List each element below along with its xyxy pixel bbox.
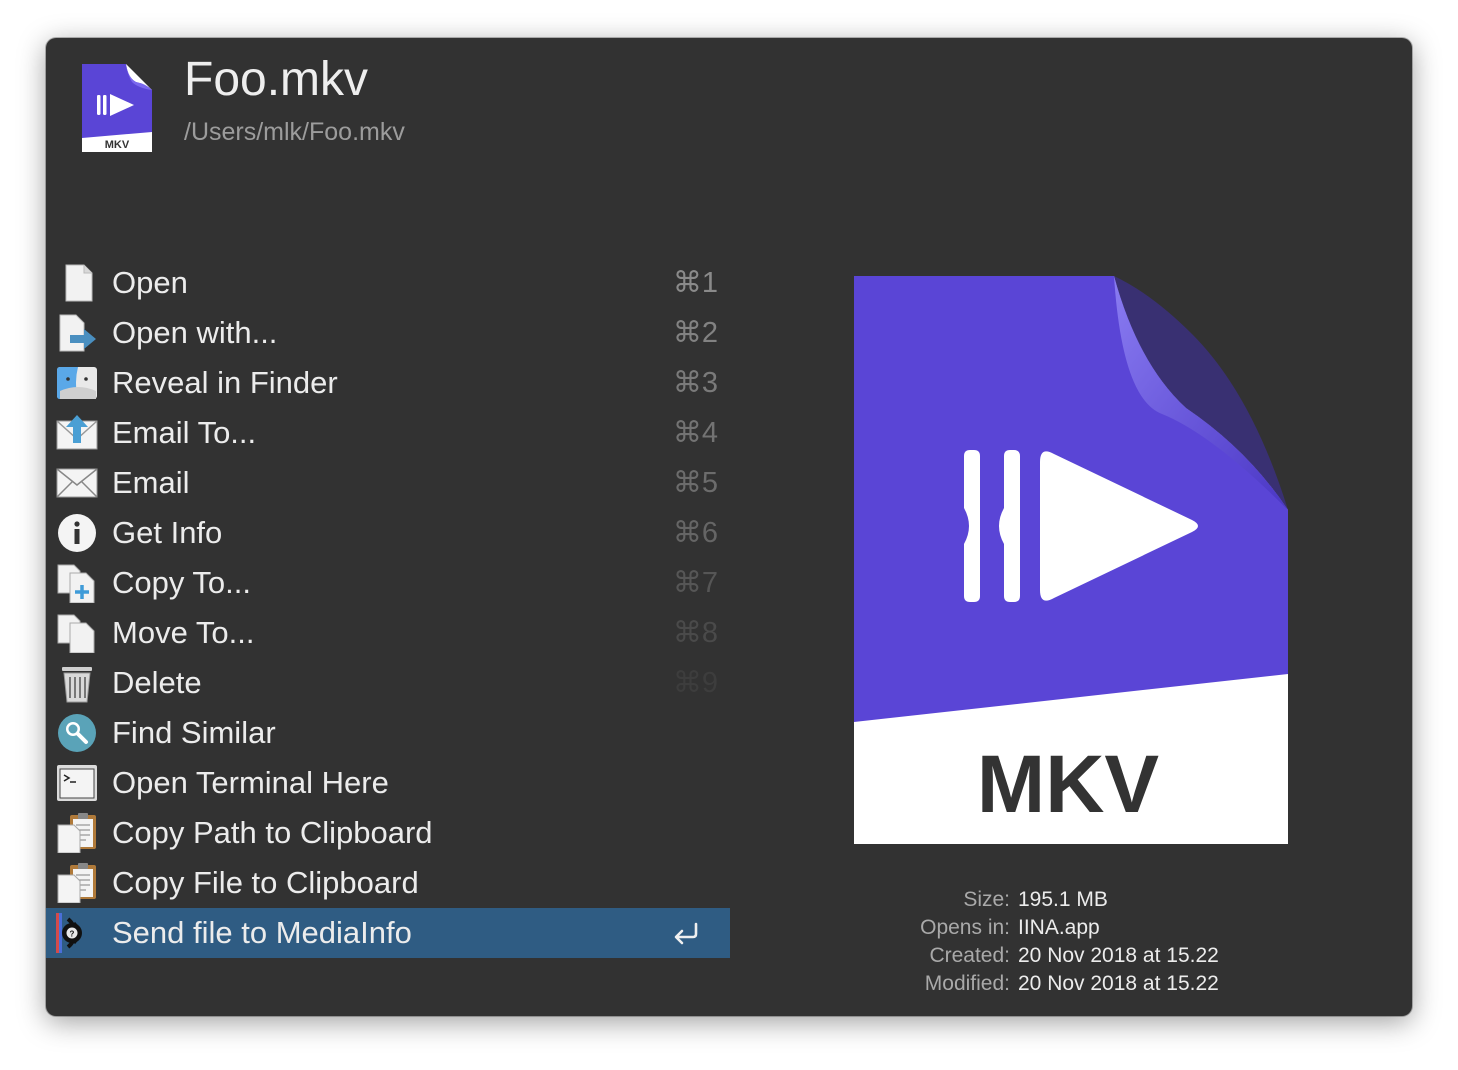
action-row-open[interactable]: Open ⌘1 xyxy=(46,258,730,308)
action-row-email[interactable]: Email ⌘5 xyxy=(46,458,730,508)
detail-value: 195.1 MB xyxy=(1018,888,1108,911)
return-key-icon xyxy=(674,922,698,945)
action-label: Get Info xyxy=(112,515,223,550)
shortcut-hint: ⌘6 xyxy=(672,517,718,549)
action-row-delete[interactable]: Delete ⌘9 xyxy=(46,658,730,708)
mkv-preview-icon: MKV xyxy=(854,276,1288,844)
email-to-icon xyxy=(56,415,98,450)
svg-text:MKV: MKV xyxy=(105,139,130,151)
action-row-email-to[interactable]: Email To... ⌘4 xyxy=(46,408,730,458)
action-row-open-terminal-here[interactable]: Open Terminal Here xyxy=(46,758,730,808)
detail-row: Size: 195.1 MB xyxy=(806,886,1366,914)
shortcut-hint: ⌘8 xyxy=(672,617,718,649)
shortcut-hint: ⌘1 xyxy=(672,267,718,299)
detail-value: IINA.app xyxy=(1018,916,1100,939)
action-label: Copy Path to Clipboard xyxy=(112,815,433,850)
mkv-file-icon: MKV xyxy=(82,64,152,152)
detail-value: 20 Nov 2018 at 15.22 xyxy=(1018,944,1219,967)
detail-value: 20 Nov 2018 at 15.22 xyxy=(1018,972,1219,995)
action-row-open-with[interactable]: Open with... ⌘2 xyxy=(46,308,730,358)
detail-key: Opens in: xyxy=(920,916,1010,939)
action-row-find-similar[interactable]: Find Similar xyxy=(46,708,730,758)
envelope-icon xyxy=(56,468,98,498)
copy-to-icon xyxy=(57,564,95,603)
document-icon xyxy=(65,264,93,302)
detail-row: Opens in: IINA.app xyxy=(806,914,1366,942)
shortcut-hint: ⌘7 xyxy=(672,567,718,599)
action-label: Reveal in Finder xyxy=(112,365,338,400)
open-with-icon xyxy=(59,314,96,352)
file-title: Foo.mkv xyxy=(184,53,369,106)
action-panel-window: MKV Foo.mkv /Users/mlk/Foo.mkv Open ⌘1 Ope… xyxy=(46,38,1412,1016)
action-label: Email To... xyxy=(112,415,257,450)
finder-icon xyxy=(57,367,97,399)
action-label: Move To... xyxy=(112,615,255,650)
action-label: Copy To... xyxy=(112,565,252,600)
action-label: Send file to MediaInfo xyxy=(112,915,412,950)
action-label: Delete xyxy=(112,665,202,700)
trash-icon xyxy=(62,667,92,703)
action-label: Open with... xyxy=(112,315,278,350)
shortcut-hint: ⌘5 xyxy=(672,467,718,499)
svg-text:MKV: MKV xyxy=(977,739,1160,830)
svg-text:?: ? xyxy=(70,930,75,939)
terminal-icon xyxy=(57,765,97,801)
action-row-reveal-in-finder[interactable]: Reveal in Finder ⌘3 xyxy=(46,358,730,408)
shortcut-hint: ⌘4 xyxy=(672,417,718,449)
action-row-send-file-to-mediainfo[interactable]: ? Send file to MediaInfo xyxy=(46,908,730,958)
detail-key: Size: xyxy=(963,888,1010,911)
move-to-icon xyxy=(57,614,95,653)
action-row-copy-to[interactable]: Copy To... ⌘7 xyxy=(46,558,730,608)
detail-key: Created: xyxy=(929,944,1010,967)
shortcut-hint: ⌘9 xyxy=(672,667,718,699)
action-label: Copy File to Clipboard xyxy=(112,865,419,900)
detail-row: Created: 20 Nov 2018 at 15.22 xyxy=(806,942,1366,970)
shortcut-hint: ⌘3 xyxy=(672,367,718,399)
action-list: Open ⌘1 Open with... ⌘2 Reveal in Finder ⌘3 Em… xyxy=(46,258,730,958)
action-row-copy-file-to-clipboard[interactable]: Copy File to Clipboard xyxy=(46,858,730,908)
detail-row: Modified: 20 Nov 2018 at 15.22 xyxy=(806,970,1366,998)
clipboard-icon xyxy=(57,813,96,853)
clipboard-icon xyxy=(57,863,96,903)
action-label: Open xyxy=(112,265,188,300)
action-row-get-info[interactable]: Get Info ⌘6 xyxy=(46,508,730,558)
file-path: /Users/mlk/Foo.mkv xyxy=(184,118,405,146)
action-row-move-to[interactable]: Move To... ⌘8 xyxy=(46,608,730,658)
magnifier-icon xyxy=(58,714,96,752)
action-row-copy-path-to-clipboard[interactable]: Copy Path to Clipboard xyxy=(46,808,730,858)
file-details: Size: 195.1 MB Opens in: IINA.app Created: 20… xyxy=(806,886,1366,998)
action-label: Open Terminal Here xyxy=(112,765,389,800)
shortcut-hint: ⌘2 xyxy=(672,317,718,349)
info-icon xyxy=(58,514,96,552)
mediainfo-icon: ? xyxy=(56,913,82,953)
detail-key: Modified: xyxy=(924,972,1010,995)
action-label: Email xyxy=(112,465,190,500)
action-label: Find Similar xyxy=(112,715,276,750)
